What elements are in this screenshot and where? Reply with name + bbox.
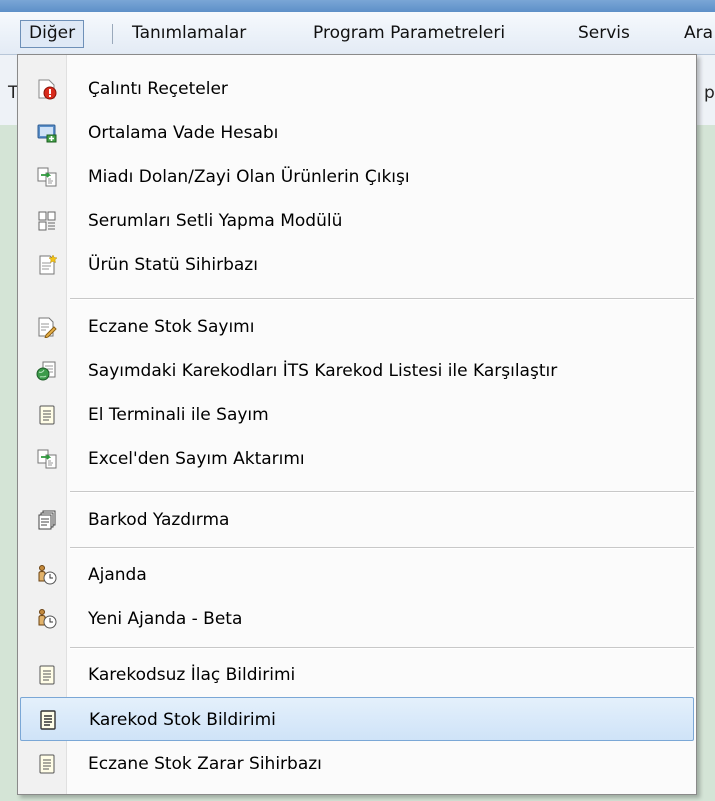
document-icon	[39, 665, 55, 685]
menu-item-label: Barkod Yazdırma	[88, 510, 230, 530]
menu-diger[interactable]: Diğer	[20, 20, 85, 48]
menu-item-barkod-yazdirma[interactable]: Barkod Yazdırma	[20, 498, 694, 542]
wizard-document-icon	[39, 254, 58, 275]
window-title-strip	[0, 0, 715, 12]
agenda-clock-icon	[38, 609, 57, 629]
menu-item-label: Yeni Ajanda - Beta	[88, 609, 243, 629]
menu-tanimlamalar[interactable]: Tanımlamalar	[124, 20, 254, 46]
edit-document-icon	[38, 317, 57, 338]
menu-item-label: Miadı Dolan/Zayi Olan Ürünlerin Çıkışı	[88, 167, 410, 187]
agenda-clock-icon	[38, 565, 57, 585]
menu-ara[interactable]: Ara	[676, 20, 715, 46]
menu-item-miadi-dolan-urunler[interactable]: Miadı Dolan/Zayi Olan Ürünlerin Çıkışı	[20, 155, 694, 199]
document-transfer-icon	[37, 449, 57, 469]
menu-item-karekodsuz-ilac-bildirimi[interactable]: Karekodsuz İlaç Bildirimi	[20, 653, 694, 697]
menu-separator	[70, 647, 694, 649]
menu-bar: Diğer Tanımlamalar Program Parametreleri…	[0, 12, 715, 55]
menu-separator	[70, 547, 694, 549]
document-icon	[39, 754, 55, 774]
menu-program-parametreleri[interactable]: Program Parametreleri	[305, 20, 513, 46]
menu-item-ajanda[interactable]: Ajanda	[20, 553, 694, 597]
menu-separator	[70, 491, 694, 493]
menu-item-excelden-sayim-aktarimi[interactable]: Excel'den Sayım Aktarımı	[20, 437, 694, 481]
menu-item-label: Ürün Statü Sihirbazı	[88, 255, 258, 275]
menu-item-label: Çalıntı Reçeteler	[88, 79, 228, 99]
stolen-prescription-icon	[38, 79, 57, 100]
menu-item-label: Excel'den Sayım Aktarımı	[88, 449, 305, 469]
menu-item-el-terminali-sayim[interactable]: El Terminali ile Sayım	[20, 393, 694, 437]
menu-item-label: Eczane Stok Zarar Sihirbazı	[88, 754, 322, 774]
menu-item-eczane-stok-zarar-sihirbazi[interactable]: Eczane Stok Zarar Sihirbazı	[20, 742, 694, 786]
menu-separator	[70, 298, 694, 300]
menu-item-label: Serumları Setli Yapma Modülü	[88, 211, 343, 231]
toolbar-text-fragment: p	[704, 83, 715, 103]
menu-item-label: Eczane Stok Sayımı	[88, 317, 255, 337]
barcode-print-icon	[38, 510, 56, 530]
menu-item-serumlari-setli-yapma[interactable]: Serumları Setli Yapma Modülü	[20, 199, 694, 243]
menu-item-karekod-karsilastir[interactable]: Sayımdaki Karekodları İTS Karekod Listes…	[20, 349, 694, 393]
menu-item-eczane-stok-sayimi[interactable]: Eczane Stok Sayımı	[20, 305, 694, 349]
document-icon	[40, 710, 56, 730]
menu-item-label: El Terminali ile Sayım	[88, 405, 269, 425]
menu-item-label: Ajanda	[88, 565, 147, 585]
diger-dropdown-menu: Çalıntı Reçeteler Ortalama Vade Hesabı M…	[17, 54, 697, 795]
menu-item-label: Ortalama Vade Hesabı	[88, 123, 279, 143]
menu-item-label: Karekodsuz İlaç Bildirimi	[88, 665, 296, 685]
menu-item-calinti-receteler[interactable]: Çalıntı Reçeteler	[20, 67, 694, 111]
menu-item-yeni-ajanda-beta[interactable]: Yeni Ajanda - Beta	[20, 597, 694, 641]
menu-item-label: Sayımdaki Karekodları İTS Karekod Listes…	[88, 361, 558, 381]
menu-item-urun-statu-sihirbazi[interactable]: Ürün Statü Sihirbazı	[20, 243, 694, 287]
average-term-icon	[37, 124, 57, 143]
menu-item-label: Karekod Stok Bildirimi	[89, 710, 276, 730]
document-transfer-icon	[37, 167, 57, 187]
menu-item-karekod-stok-bildirimi[interactable]: Karekod Stok Bildirimi	[20, 697, 694, 741]
serum-set-icon	[38, 211, 56, 231]
menu-servis[interactable]: Servis	[570, 20, 638, 46]
menu-item-ortalama-vade-hesabi[interactable]: Ortalama Vade Hesabı	[20, 111, 694, 155]
menu-separator	[112, 24, 113, 44]
document-icon	[39, 405, 55, 425]
compare-globe-icon	[36, 361, 56, 381]
